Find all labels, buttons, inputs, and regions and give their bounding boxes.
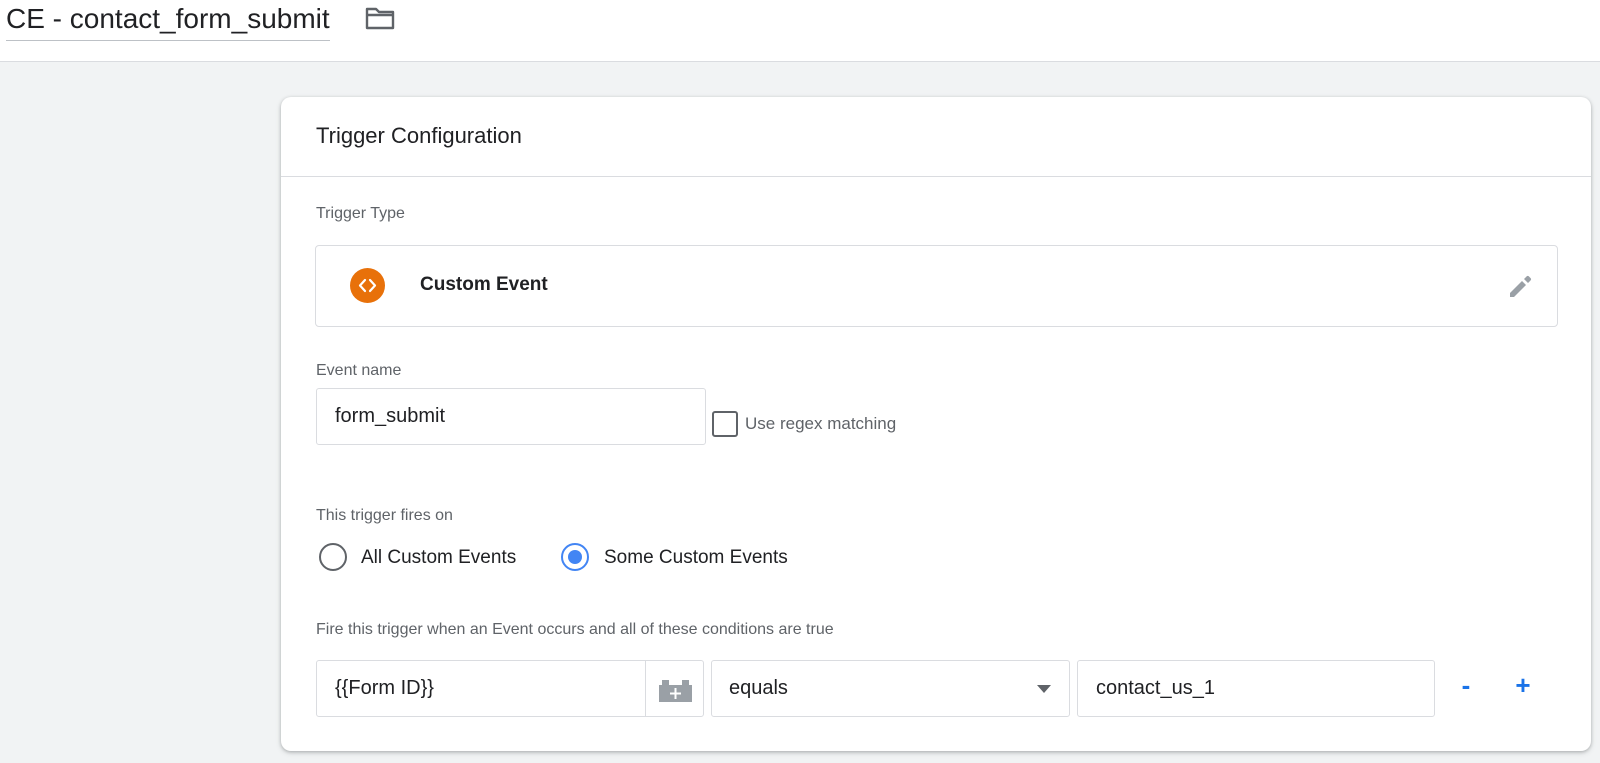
add-condition-button[interactable]: + bbox=[1505, 668, 1541, 704]
radio-selected-dot bbox=[568, 550, 582, 564]
regex-checkbox-label[interactable]: Use regex matching bbox=[745, 414, 896, 434]
card-header: Trigger Configuration bbox=[281, 97, 1591, 177]
operator-value: equals bbox=[729, 677, 788, 699]
condition-variable-field[interactable]: {{Form ID}} bbox=[316, 660, 646, 717]
trigger-configuration-card: Trigger Configuration Trigger Type Custo… bbox=[281, 97, 1591, 751]
top-bar: CE - contact_form_submit bbox=[0, 0, 1600, 62]
card-title: Trigger Configuration bbox=[316, 123, 522, 148]
trigger-type-name: Custom Event bbox=[420, 274, 548, 295]
radio-some-custom-events[interactable] bbox=[561, 543, 589, 571]
event-name-input[interactable]: form_submit bbox=[316, 388, 706, 445]
condition-value-input[interactable]: contact_us_1 bbox=[1077, 660, 1435, 717]
conditions-label: Fire this trigger when an Event occurs a… bbox=[316, 621, 834, 638]
fires-on-label: This trigger fires on bbox=[316, 507, 453, 524]
radio-some-custom-events-label[interactable]: Some Custom Events bbox=[604, 547, 788, 569]
folder-icon[interactable] bbox=[364, 4, 396, 32]
condition-operator-select[interactable]: equals bbox=[711, 660, 1070, 717]
trigger-type-label: Trigger Type bbox=[316, 205, 405, 222]
radio-all-custom-events[interactable] bbox=[319, 543, 347, 571]
variable-picker-button[interactable] bbox=[645, 660, 704, 717]
dropdown-arrow-icon bbox=[1037, 685, 1051, 693]
trigger-type-selector[interactable]: Custom Event bbox=[315, 245, 1558, 327]
event-name-label: Event name bbox=[316, 362, 402, 379]
regex-checkbox[interactable] bbox=[712, 411, 738, 437]
trigger-name-title[interactable]: CE - contact_form_submit bbox=[6, 2, 330, 41]
pencil-icon[interactable] bbox=[1505, 272, 1535, 302]
radio-all-custom-events-label[interactable]: All Custom Events bbox=[361, 547, 516, 569]
custom-event-code-icon bbox=[350, 268, 385, 303]
remove-condition-button[interactable]: - bbox=[1448, 668, 1484, 704]
variable-block-icon bbox=[659, 680, 692, 702]
